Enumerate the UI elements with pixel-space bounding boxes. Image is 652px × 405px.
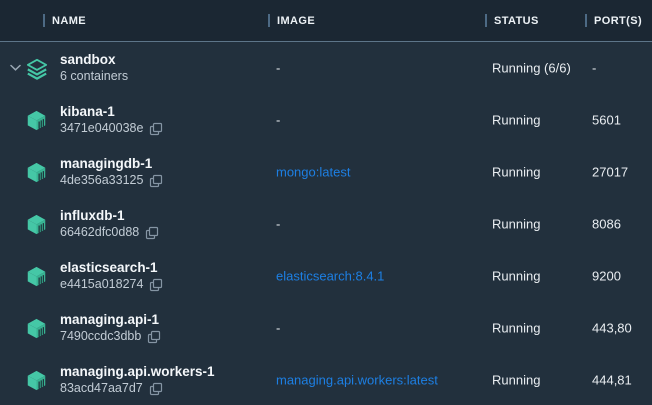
container-icon [26,109,47,131]
ports-cell: 444,81 [592,373,632,388]
container-name: elasticsearch-1 [60,259,163,276]
container-row[interactable]: influxdb-1 66462dfc0d88 - Running 8086 [0,198,652,250]
container-id: 7490ccdc3dbb [60,328,141,345]
container-icon [26,265,47,287]
column-header-name[interactable]: NAME [43,0,86,41]
container-name-cell: managingdb-1 4de356a33125 [60,155,163,189]
copy-icon[interactable] [149,278,163,292]
copy-icon[interactable] [147,330,161,344]
container-name-cell: managing.api-1 7490ccdc3dbb [60,311,161,345]
container-id: 83acd47aa7d7 [60,380,143,397]
ports-cell: 443,80 [592,321,632,336]
copy-icon[interactable] [149,174,163,188]
ports-cell: 27017 [592,165,628,180]
container-name-cell: kibana-1 3471e040038e [60,103,163,137]
column-label: IMAGE [277,15,315,27]
container-name: influxdb-1 [60,207,159,224]
image-cell: - [276,321,280,336]
container-name-cell: influxdb-1 66462dfc0d88 [60,207,159,241]
container-row[interactable]: managing.api.workers-1 83acd47aa7d7 mana… [0,354,652,405]
column-divider [43,14,45,27]
status-cell: Running [492,217,540,232]
container-row[interactable]: managing.api-1 7490ccdc3dbb - Running 44… [0,302,652,354]
status-cell: Running [492,165,540,180]
image-cell: - [276,61,280,76]
status-cell: Running [492,321,540,336]
container-group-row[interactable]: sandbox 6 containers - Running (6/6) - [0,42,652,94]
ports-cell: 8086 [592,217,621,232]
container-name-cell: elasticsearch-1 e4415a018274 [60,259,163,293]
status-cell: Running [492,269,540,284]
container-icon [26,317,47,339]
column-header-status[interactable]: STATUS [485,0,539,41]
container-id: 4de356a33125 [60,172,143,189]
copy-icon[interactable] [145,226,159,240]
column-divider [268,14,270,27]
container-name: managing.api-1 [60,311,161,328]
image-link[interactable]: mongo:latest [276,165,350,180]
container-icon [26,369,47,391]
container-name: managing.api.workers-1 [60,363,215,380]
container-icon [26,213,47,235]
container-row[interactable]: kibana-1 3471e040038e - Running 5601 [0,94,652,146]
status-cell: Running [492,113,540,128]
container-icon [26,161,47,183]
ports-cell: 9200 [592,269,621,284]
group-name-cell: sandbox 6 containers [60,51,128,85]
image-cell: - [276,113,280,128]
status-cell: Running [492,373,540,388]
copy-icon[interactable] [149,382,163,396]
container-row[interactable]: managingdb-1 4de356a33125 mongo:latest R… [0,146,652,198]
column-label: NAME [52,15,86,27]
column-divider [585,14,587,27]
group-name: sandbox [60,51,128,68]
image-cell: - [276,217,280,232]
column-divider [485,14,487,27]
column-header-ports[interactable]: PORT(S) [585,0,642,41]
ports-cell: 5601 [592,113,621,128]
container-name: managingdb-1 [60,155,163,172]
container-id: 3471e040038e [60,120,143,137]
column-label: STATUS [494,15,539,27]
container-id: e4415a018274 [60,276,143,293]
column-label: PORT(S) [594,15,642,27]
group-subtitle: 6 containers [60,68,128,85]
ports-cell: - [592,61,596,76]
compose-stack-icon [26,57,47,79]
container-name: kibana-1 [60,103,163,120]
table-header: NAME IMAGE STATUS PORT(S) [0,0,652,42]
container-row[interactable]: elasticsearch-1 e4415a018274 elasticsear… [0,250,652,302]
image-link[interactable]: managing.api.workers:latest [276,373,438,388]
containers-table: NAME IMAGE STATUS PORT(S) sandbox 6 cont… [0,0,652,405]
image-link[interactable]: elasticsearch:8.4.1 [276,269,384,284]
container-id: 66462dfc0d88 [60,224,139,241]
chevron-down-icon[interactable] [10,65,21,72]
container-name-cell: managing.api.workers-1 83acd47aa7d7 [60,363,215,397]
status-cell: Running (6/6) [492,61,571,76]
copy-icon[interactable] [149,122,163,136]
column-header-image[interactable]: IMAGE [268,0,315,41]
